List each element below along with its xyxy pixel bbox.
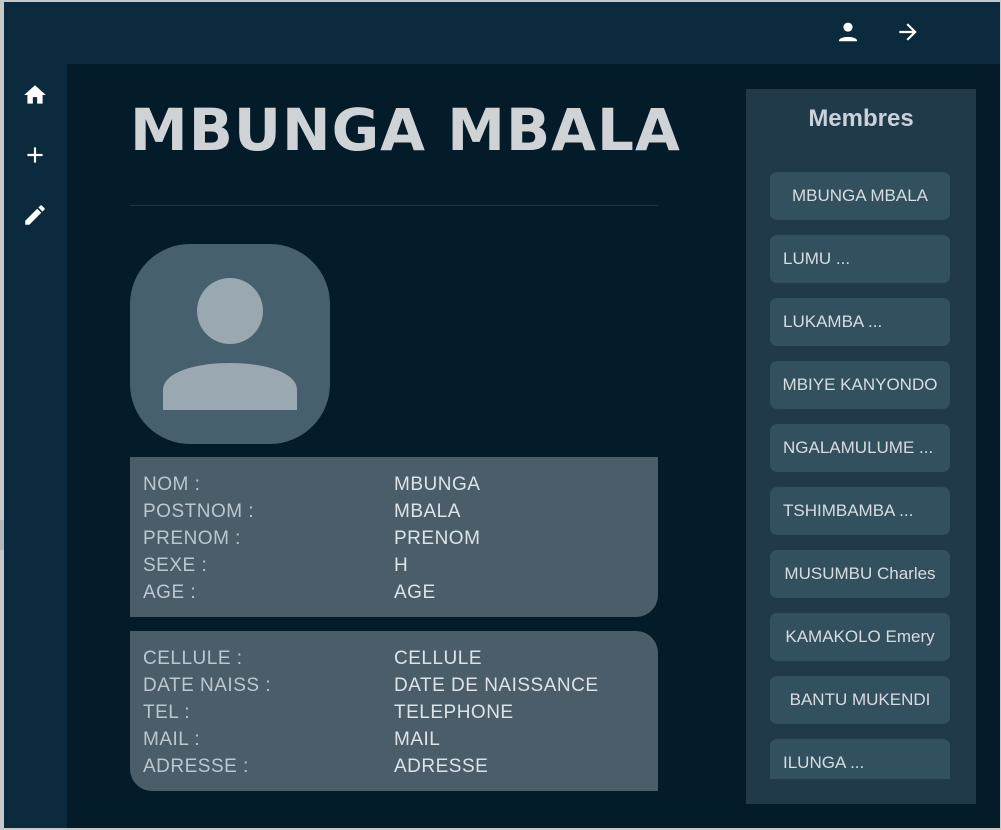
contact-card: CELLULE : CELLULE DATE NAISS : DATE DE N… xyxy=(130,631,658,791)
members-panel: Membres MBUNGA MBALA LUMU ... LUKAMBA ..… xyxy=(746,89,976,804)
identity-row-postnom: POSTNOM : MBALA xyxy=(143,498,643,525)
field-value: AGE xyxy=(394,582,436,603)
sidebar xyxy=(4,64,67,828)
field-value: CELLULE xyxy=(394,648,482,669)
avatar xyxy=(130,244,330,444)
logout-button[interactable] xyxy=(890,14,926,50)
field-label: NOM : xyxy=(143,474,201,495)
plus-icon xyxy=(27,147,43,163)
field-value: MAIL xyxy=(394,729,441,750)
pencil-icon xyxy=(25,205,45,225)
arrow-right-icon xyxy=(899,23,917,41)
member-item[interactable]: TSHIMBAMBA ... xyxy=(770,487,950,535)
identity-row-age: AGE : AGE xyxy=(143,579,643,606)
member-item[interactable]: BANTU MUKENDI xyxy=(770,676,950,724)
sidebar-item-add[interactable] xyxy=(17,137,53,173)
field-value: PRENOM xyxy=(394,528,481,549)
title-divider xyxy=(130,205,658,206)
member-item[interactable]: MBIYE KANYONDO xyxy=(770,361,950,409)
field-label: CELLULE : xyxy=(143,648,243,669)
field-label: MAIL : xyxy=(143,729,201,750)
member-item[interactable]: MBUNGA MBALA xyxy=(770,172,950,220)
field-value: DATE DE NAISSANCE xyxy=(394,675,599,696)
member-item[interactable]: LUKAMBA ... xyxy=(770,298,950,346)
field-label: PRENOM : xyxy=(143,528,241,549)
identity-row-prenom: PRENOM : PRENOM xyxy=(143,525,643,552)
field-label: POSTNOM : xyxy=(143,501,255,522)
sidebar-item-home[interactable] xyxy=(17,77,53,113)
field-value: MBUNGA xyxy=(394,474,481,495)
field-value: TELEPHONE xyxy=(394,702,514,723)
identity-row-sexe: SEXE : H xyxy=(143,552,643,579)
main-content: MBUNGA MBALA NOM : MBUNGA POSTNOM : MBAL… xyxy=(67,64,1000,828)
member-item[interactable]: ILUNGA ... xyxy=(770,739,950,779)
page-title: MBUNGA MBALA xyxy=(130,96,681,164)
contact-row-mail: MAIL : MAIL xyxy=(143,726,643,753)
member-item[interactable]: KAMAKOLO Emery xyxy=(770,613,950,661)
member-list[interactable]: MBUNGA MBALA LUMU ... LUKAMBA ... MBIYE … xyxy=(770,172,952,779)
identity-card: NOM : MBUNGA POSTNOM : MBALA PRENOM : PR… xyxy=(130,457,658,617)
field-label: DATE NAISS : xyxy=(143,675,272,696)
field-label: AGE : xyxy=(143,582,197,603)
account-icon xyxy=(838,22,858,42)
account-button[interactable] xyxy=(830,14,866,50)
member-item[interactable]: MUSUMBU Charles xyxy=(770,550,950,598)
user-placeholder-icon xyxy=(163,278,297,410)
field-value: MBALA xyxy=(394,501,461,522)
contact-row-tel: TEL : TELEPHONE xyxy=(143,699,643,726)
field-label: TEL : xyxy=(143,702,191,723)
members-title: Membres xyxy=(808,105,914,132)
field-label: SEXE : xyxy=(143,555,208,576)
top-bar xyxy=(4,2,1000,64)
contact-row-date-naiss: DATE NAISS : DATE DE NAISSANCE xyxy=(143,672,643,699)
contact-row-adresse: ADRESSE : ADRESSE xyxy=(143,753,643,780)
field-value: H xyxy=(394,555,409,576)
identity-row-nom: NOM : MBUNGA xyxy=(143,471,643,498)
app-window: MBUNGA MBALA NOM : MBUNGA POSTNOM : MBAL… xyxy=(4,2,1000,828)
field-value: ADRESSE xyxy=(394,756,489,777)
home-icon xyxy=(24,85,46,104)
contact-row-cellule: CELLULE : CELLULE xyxy=(143,645,643,672)
member-item[interactable]: NGALAMULUME ... xyxy=(770,424,950,472)
member-item[interactable]: LUMU ... xyxy=(770,235,950,283)
sidebar-item-edit[interactable] xyxy=(17,197,53,233)
field-label: ADRESSE : xyxy=(143,756,249,777)
